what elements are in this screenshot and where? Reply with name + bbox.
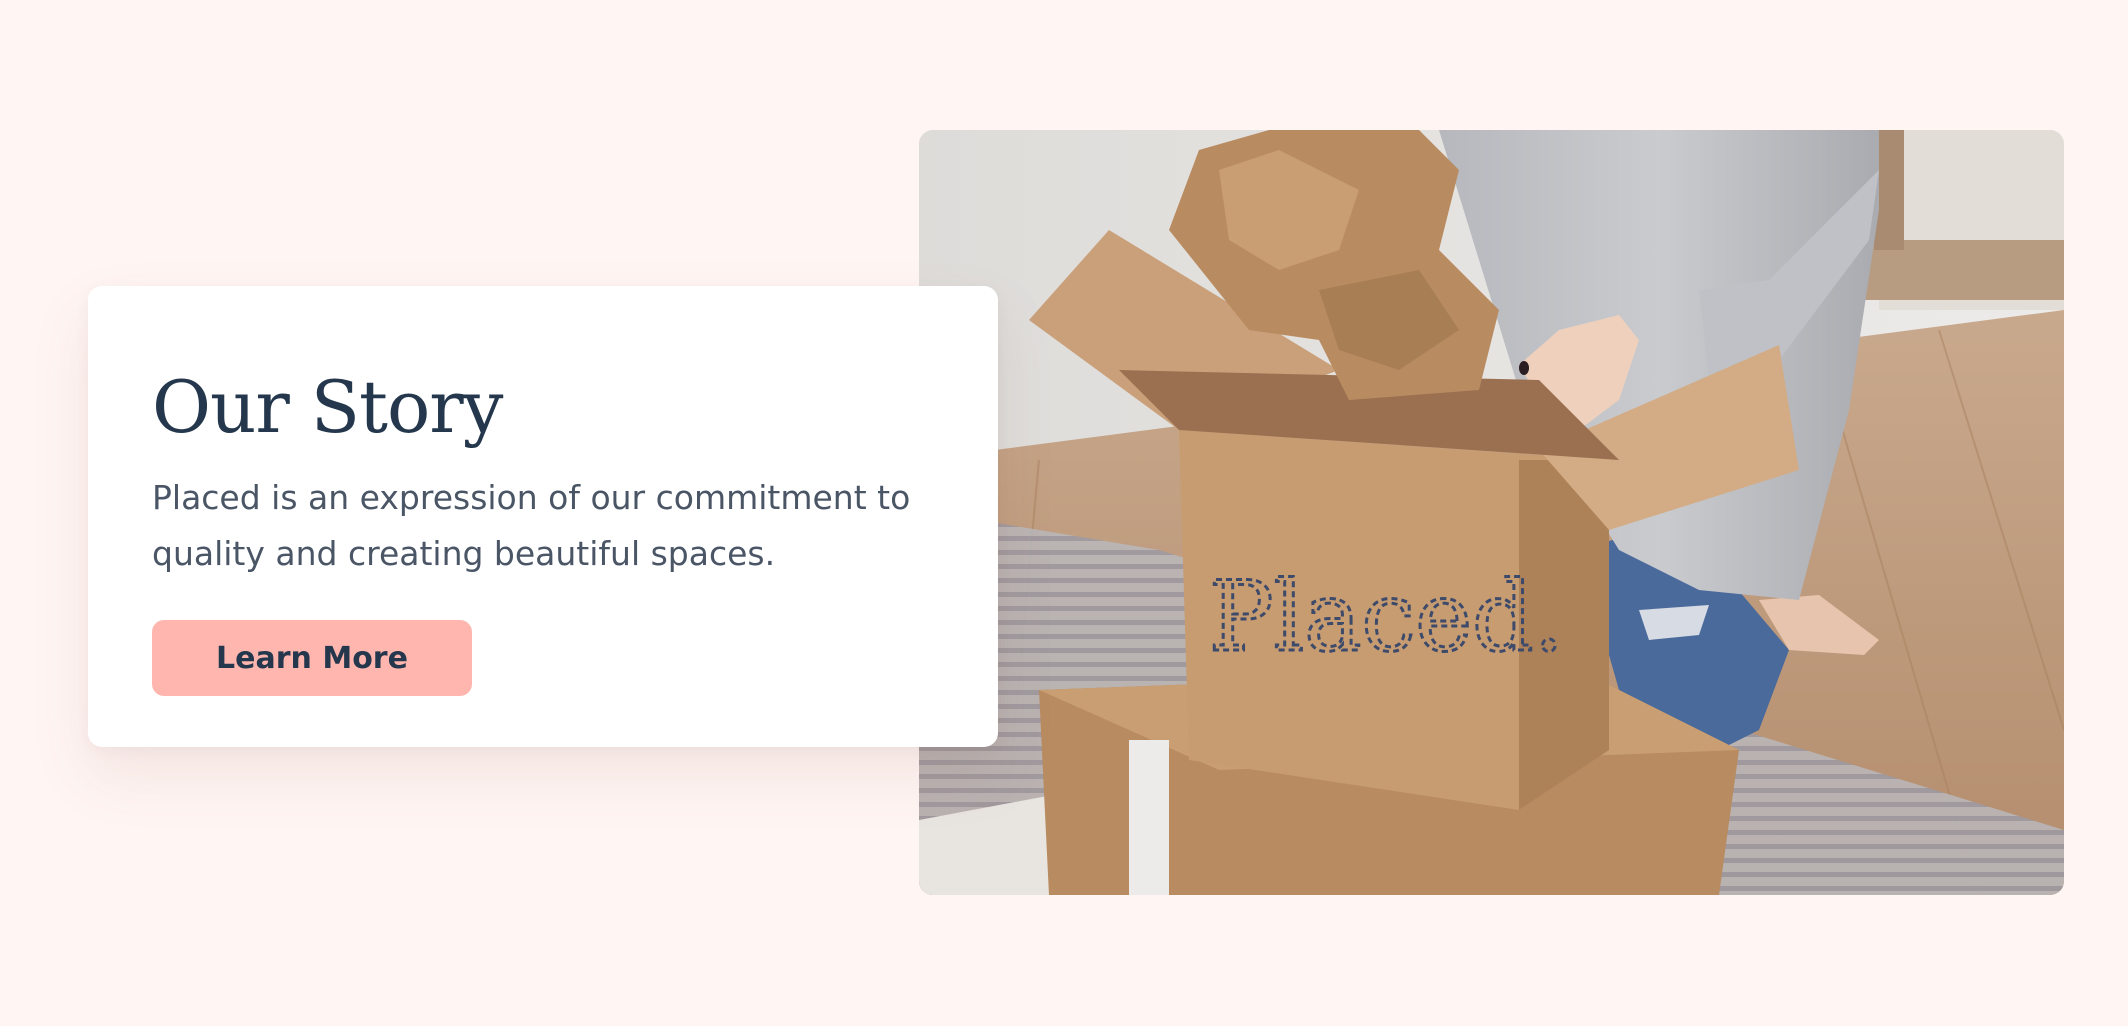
- our-story-card: Our Story Placed is an expression of our…: [88, 286, 998, 747]
- box-brand-logo: Placed.: [1209, 561, 1564, 673]
- story-title: Our Story: [152, 365, 503, 449]
- unboxing-photo-illustration: Placed.: [919, 130, 2064, 895]
- learn-more-button[interactable]: Learn More: [152, 620, 472, 696]
- story-description: Placed is an expression of our commitmen…: [152, 478, 911, 573]
- unboxing-photo: Placed.: [919, 130, 2064, 895]
